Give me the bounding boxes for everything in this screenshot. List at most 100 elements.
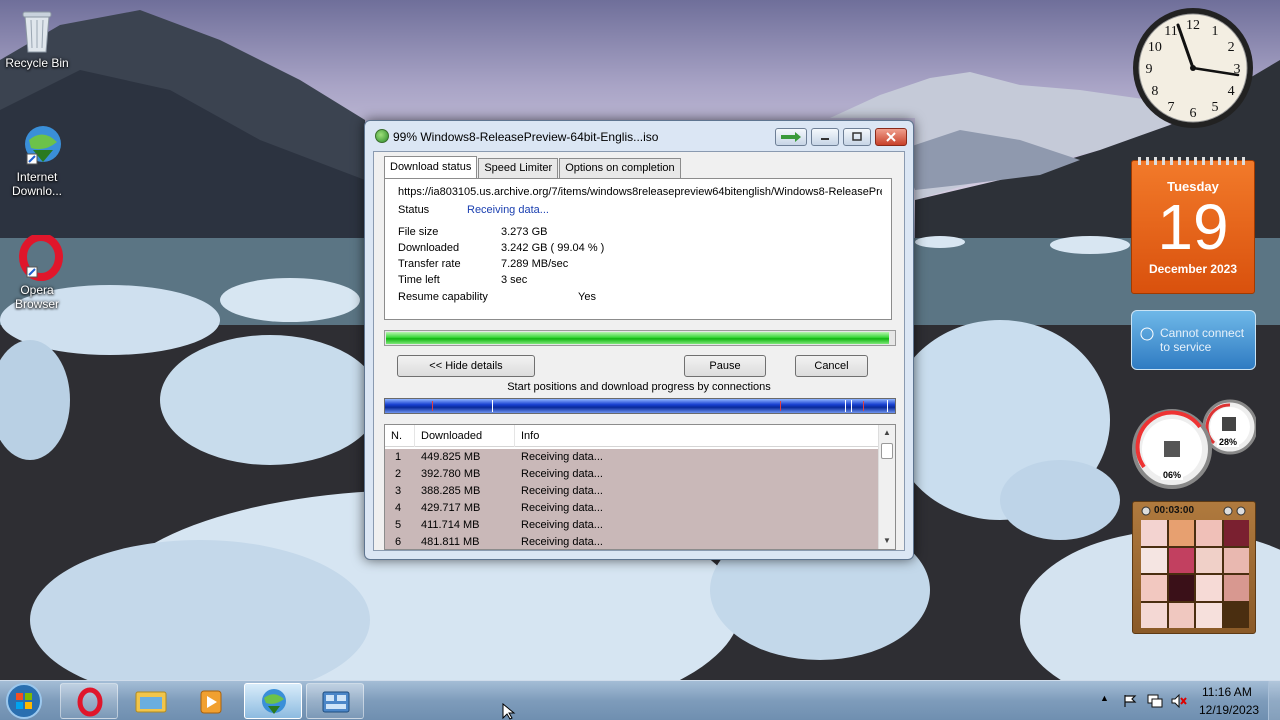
column-header-info[interactable]: Info <box>515 425 875 447</box>
row-info: Receiving data... <box>521 451 603 463</box>
desktop-icon-label: Internet Downlo... <box>11 170 63 198</box>
table-row[interactable]: 2 392.780 MB Receiving data... <box>385 466 878 483</box>
column-header-n[interactable]: N. <box>385 425 415 447</box>
cpu-percentage: 06% <box>1161 470 1184 480</box>
table-header: N. Downloaded Info <box>385 425 878 447</box>
row-info: Receiving data... <box>521 502 603 514</box>
row-info: Receiving data... <box>521 468 603 480</box>
table-row[interactable]: 5 411.714 MB Receiving data... <box>385 517 878 534</box>
status-panel: https://ia803105.us.archive.org/7/items/… <box>384 178 892 320</box>
clock-numeral: 12 <box>1186 18 1200 33</box>
cpu-meter-gadget[interactable]: 06% 28% <box>1130 397 1258 489</box>
status-value: Receiving data... <box>467 204 549 216</box>
clock-numeral: 4 <box>1228 84 1235 99</box>
weather-message: Cannot connect to service <box>1160 326 1245 354</box>
tab-speed-limiter[interactable]: Speed Limiter <box>478 158 559 178</box>
connection-marker <box>432 401 433 411</box>
taskbar-gadgets-button[interactable] <box>306 683 364 719</box>
calendar-rings <box>1138 157 1248 165</box>
connections-caption: Start positions and download progress by… <box>507 381 771 393</box>
connections-table: N. Downloaded Info 1 449.825 MB Receiving … <box>384 424 896 550</box>
clock-numeral: 7 <box>1168 100 1175 115</box>
connection-marker <box>492 400 493 412</box>
idm-small-icon <box>375 129 389 143</box>
dialog-titlebar[interactable]: 99% Windows8-ReleasePreview-64bit-Englis… <box>365 121 913 151</box>
table-row[interactable]: 1 449.825 MB Receiving data... <box>385 449 878 466</box>
action-center-flag-icon[interactable] <box>1123 694 1137 708</box>
scroll-thumb[interactable] <box>881 443 893 459</box>
show-hidden-icons-button[interactable]: ▲ <box>1100 693 1109 703</box>
pause-button[interactable]: Pause <box>684 355 766 377</box>
clock-numeral: 3 <box>1234 62 1241 77</box>
volume-muted-icon[interactable] <box>1171 694 1187 708</box>
table-row[interactable]: 6 481.811 MB Receiving data... <box>385 534 878 549</box>
send-to-tray-button[interactable] <box>775 128 807 146</box>
clock-numeral: 11 <box>1164 24 1177 39</box>
transfer-rate-label: Transfer rate <box>398 258 461 270</box>
folder-icon <box>135 691 167 713</box>
cancel-button[interactable]: Cancel <box>795 355 868 377</box>
puzzle-help-icon[interactable] <box>1223 506 1249 516</box>
close-button[interactable] <box>875 128 907 146</box>
puzzle-grid[interactable] <box>1141 520 1249 628</box>
taskbar-idm-button[interactable] <box>244 683 302 719</box>
desktop-icon-label: Recycle Bin <box>5 56 69 70</box>
resume-capability-label: Resume capability <box>398 291 488 303</box>
start-button[interactable] <box>4 681 48 720</box>
row-number: 1 <box>395 451 402 463</box>
windows-logo-icon <box>6 683 42 719</box>
row-info: Receiving data... <box>521 536 603 548</box>
downloaded-label: Downloaded <box>398 242 460 254</box>
memory-percentage: 28% <box>1217 437 1240 447</box>
table-row[interactable]: 4 429.717 MB Receiving data... <box>385 500 878 517</box>
taskbar-explorer-button[interactable] <box>122 683 180 719</box>
tab-download-status[interactable]: Download status <box>384 156 478 178</box>
hide-details-button[interactable]: << Hide details <box>397 355 535 377</box>
download-progress-bar <box>384 330 896 346</box>
desktop-icon-recycle-bin[interactable]: Recycle Bin <box>0 8 74 70</box>
desktop-icon-internet-download-manager[interactable]: Internet Downlo... <box>0 122 74 198</box>
clock-numeral: 6 <box>1190 106 1197 121</box>
show-desktop-button[interactable] <box>1268 681 1280 720</box>
puzzle-timer: 00:03:00 <box>1154 505 1195 516</box>
clock-gadget[interactable]: 12 1 2 3 4 5 6 7 8 9 10 11 <box>1130 5 1256 131</box>
clock-time[interactable]: 11:16 AM <box>1202 685 1252 699</box>
clock-date[interactable]: 12/19/2023 <box>1199 703 1259 717</box>
calendar-month-year: December 2023 <box>1148 262 1238 276</box>
row-number: 2 <box>395 468 402 480</box>
time-left-label: Time left <box>398 274 440 286</box>
row-info: Receiving data... <box>521 519 603 531</box>
calendar-gadget[interactable]: Tuesday 19 December 2023 <box>1131 157 1255 294</box>
taskbar-opera-button[interactable] <box>60 683 118 719</box>
clock-numeral: 2 <box>1228 40 1235 55</box>
row-number: 6 <box>395 536 402 548</box>
connections-progress-bar <box>384 398 896 414</box>
tab-strip: Download status Speed Limiter Options on… <box>384 156 682 178</box>
picture-puzzle-gadget[interactable]: 00:03:00 <box>1132 501 1256 634</box>
taskbar: ▲ 11:16 AM 12/19/2023 <box>0 680 1280 720</box>
row-downloaded: 388.285 MB <box>421 485 481 497</box>
row-downloaded: 392.780 MB <box>421 468 481 480</box>
scroll-up-arrow-icon[interactable]: ▲ <box>879 425 895 441</box>
file-size-label: File size <box>398 226 439 238</box>
desktop-icon-opera-browser[interactable]: Opera Browser <box>0 233 74 311</box>
taskbar-media-player-button[interactable] <box>182 683 240 719</box>
maximize-button[interactable] <box>843 128 871 146</box>
tab-options-on-completion[interactable]: Options on completion <box>559 158 681 178</box>
column-header-downloaded[interactable]: Downloaded <box>415 425 515 447</box>
table-row[interactable]: 3 388.285 MB Receiving data... <box>385 483 878 500</box>
row-downloaded: 429.717 MB <box>421 502 481 514</box>
scroll-down-arrow-icon[interactable]: ▼ <box>879 533 895 549</box>
row-downloaded: 481.811 MB <box>421 536 480 548</box>
dialog-title: 99% Windows8-ReleasePreview-64bit-Englis… <box>393 130 659 144</box>
desktop-icon-label: Opera Browser <box>14 283 59 311</box>
table-scrollbar[interactable]: ▲ ▼ <box>878 425 895 549</box>
file-size-value: 3.273 GB <box>501 226 548 238</box>
connection-marker <box>851 400 852 412</box>
idm-icon <box>15 122 61 166</box>
download-url: https://ia803105.us.archive.org/7/items/… <box>398 186 882 198</box>
network-icon[interactable] <box>1147 694 1163 708</box>
weather-gadget[interactable]: Cannot connect to service <box>1131 310 1256 370</box>
minimize-button[interactable] <box>811 128 839 146</box>
downloaded-value: 3.242 GB ( 99.04 % ) <box>501 242 605 254</box>
